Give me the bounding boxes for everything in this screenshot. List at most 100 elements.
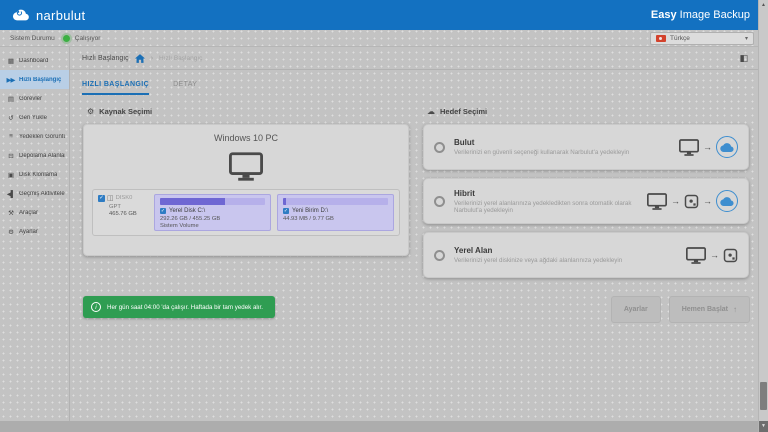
- app-window: ↻ narbulut Easy Image Backup Sistem Duru…: [0, 0, 768, 432]
- sidebar-item-label: Geri Yükle: [19, 115, 47, 121]
- bottom-row: i Her gün saat 04:00 'da çalışır. Haftad…: [70, 286, 758, 323]
- disk-partition-table: GPT: [109, 204, 148, 210]
- cloud-target-icon: [716, 190, 738, 212]
- status-bar: Sistem Durumu Çalışıyor Türkçe ▾: [0, 30, 768, 47]
- partition-usage: 292.26 GB / 455.25 GB: [160, 216, 265, 222]
- product-title-rest: Image Backup: [677, 9, 750, 21]
- partition-note: Sistem Volume: [160, 223, 265, 229]
- chevron-down-icon: ▾: [745, 35, 748, 42]
- sidebar-item-restore[interactable]: ↺ Geri Yükle: [0, 108, 69, 127]
- sidebar-item-label: Dashboard: [19, 58, 48, 64]
- radio-button[interactable]: [434, 142, 445, 153]
- target-selection-column: ☁ Hedef Seçimi Bulut Verilerinizi en güv…: [423, 105, 749, 286]
- source-selection-column: ⚙ Kaynak Seçimi Windows 10 PC ✓ ◫ DISK0: [83, 105, 409, 286]
- partition-usage-bar: [283, 198, 388, 205]
- settings-button-label: Ayarlar: [624, 306, 648, 313]
- partition-name: Yerel Disk C:\: [169, 208, 205, 214]
- target-section-header: ☁ Hedef Seçimi: [427, 107, 749, 116]
- language-selected-value: Türkçe: [670, 35, 690, 42]
- language-dropdown[interactable]: Türkçe ▾: [650, 32, 754, 45]
- page-title: Hızlı Başlangıç: [82, 55, 129, 62]
- schedule-toast: i Her gün saat 04:00 'da çalışır. Haftad…: [83, 296, 275, 318]
- monitor-icon: [84, 152, 408, 181]
- partition-checkbox[interactable]: ✓: [160, 208, 166, 214]
- partition-usage: 44.93 MB / 9.77 GB: [283, 216, 388, 222]
- disk-checkbox[interactable]: ✓: [98, 195, 105, 202]
- option-description: Verilerinizi yerel diskinize veya ağdaki…: [454, 257, 622, 264]
- option-description: Verilerinizi en güvenli seçeneği kullana…: [454, 149, 629, 156]
- disk-info: ✓ ◫ DISK0 GPT 465.76 GB: [98, 194, 148, 231]
- target-option-local[interactable]: Yerel Alan Verilerinizi yerel diskinize …: [423, 232, 749, 278]
- sidebar-item-label: Disk Klonlama: [19, 172, 57, 178]
- scrollbar-up-arrow[interactable]: ▲: [759, 0, 768, 10]
- partition-name: Yeni Birim D:\: [292, 208, 328, 214]
- scrollbar-down-arrow[interactable]: ▼: [759, 421, 768, 432]
- narbulut-logo: ↻ narbulut: [10, 7, 85, 23]
- start-now-button-label: Hemen Başlat: [682, 306, 728, 313]
- arrow-right-icon: →: [710, 250, 719, 260]
- radio-button[interactable]: [434, 250, 445, 261]
- disk-name: DISK0: [116, 195, 133, 201]
- fast-forward-icon: ▶▶: [6, 76, 15, 84]
- sidebar-item-storage-areas[interactable]: ⊟ Depolama Alanları: [0, 146, 69, 165]
- sidebar-item-tools[interactable]: ⚒ Araçlar: [0, 203, 69, 222]
- partition-c[interactable]: ✓ Yerel Disk C:\ 292.26 GB / 455.25 GB S…: [154, 194, 271, 231]
- sidebar-item-settings[interactable]: ⚙ Ayarlar: [0, 222, 69, 241]
- option-title: Hibrit: [454, 189, 638, 198]
- option-title: Yerel Alan: [454, 246, 622, 255]
- monitor-icon: [686, 247, 706, 264]
- cloud-target-icon: [716, 136, 738, 158]
- logo-text: narbulut: [36, 8, 85, 23]
- tab-detail[interactable]: DETAY: [173, 81, 197, 95]
- cloud-logo-icon: ↻: [10, 7, 32, 23]
- vertical-scrollbar[interactable]: ▲ ▼: [758, 0, 768, 432]
- top-header-bar: ↻ narbulut Easy Image Backup: [0, 0, 768, 30]
- storage-icon: ⊟: [6, 152, 15, 160]
- main-content: Hızlı Başlangıç › Hızlı Başlangıç ◧ HIZL…: [70, 47, 758, 420]
- panel-toggle-icon[interactable]: ◧: [739, 53, 748, 64]
- disk-clone-icon: ▣: [6, 171, 15, 179]
- target-section-title: Hedef Seçimi: [440, 107, 487, 116]
- backup-flow-icons: →: [679, 136, 738, 158]
- start-now-button[interactable]: Hemen Başlat↑: [669, 296, 750, 323]
- sidebar-item-label: Depolama Alanları: [19, 153, 65, 159]
- disk-size: 465.76 GB: [109, 211, 148, 217]
- sidebar-item-label: Geçmiş Aktiviteler: [19, 191, 65, 197]
- home-icon[interactable]: [135, 54, 145, 63]
- activities-icon: ◀▌: [6, 190, 15, 198]
- breadcrumb: Hızlı Başlangıç › Hızlı Başlangıç ◧: [70, 47, 758, 70]
- target-option-hybrid[interactable]: Hibrit Verilerinizi yerel alanlarınıza y…: [423, 178, 749, 224]
- monitor-icon: [679, 139, 699, 156]
- tab-quickstart[interactable]: HIZLI BAŞLANGIÇ: [82, 81, 149, 95]
- tab-bar: HIZLI BAŞLANGIÇ DETAY: [82, 81, 758, 95]
- radio-button[interactable]: [434, 196, 445, 207]
- option-text: Bulut Verilerinizi en güvenli seçeneği k…: [454, 138, 629, 156]
- content-columns: ⚙ Kaynak Seçimi Windows 10 PC ✓ ◫ DISK0: [70, 95, 758, 286]
- sidebar-item-disk-cloning[interactable]: ▣ Disk Klonlama: [0, 165, 69, 184]
- partition-checkbox[interactable]: ✓: [283, 208, 289, 214]
- partition-d[interactable]: ✓ Yeni Birim D:\ 44.93 MB / 9.77 GB: [277, 194, 394, 231]
- partition-usage-bar-fill: [283, 198, 286, 205]
- system-status-value: Çalışıyor: [75, 35, 101, 42]
- breadcrumb-current: Hızlı Başlangıç: [159, 55, 202, 62]
- target-option-cloud[interactable]: Bulut Verilerinizi en güvenli seçeneği k…: [423, 124, 749, 170]
- arrow-right-icon: →: [671, 196, 680, 206]
- product-title: Easy Image Backup: [651, 9, 750, 21]
- partition-usage-bar-fill: [160, 198, 225, 205]
- hard-drive-icon: ◫: [107, 194, 114, 202]
- sidebar-item-past-activities[interactable]: ◀▌ Geçmiş Aktiviteler: [0, 184, 69, 203]
- sidebar-item-tasks[interactable]: ▤ Görevler: [0, 89, 69, 108]
- sidebar-item-label: Araçlar: [19, 210, 38, 216]
- arrow-right-icon: →: [703, 142, 712, 152]
- settings-button[interactable]: Ayarlar: [611, 296, 661, 323]
- scrollbar-thumb[interactable]: [760, 382, 767, 410]
- breadcrumb-separator: ›: [151, 55, 153, 62]
- sidebar-item-view-backups[interactable]: ≡ Yedekleri Görüntüle: [0, 127, 69, 146]
- action-buttons: Ayarlar Hemen Başlat↑: [611, 296, 750, 323]
- option-text: Hibrit Verilerinizi yerel alanlarınıza y…: [454, 189, 638, 214]
- sidebar-item-quickstart[interactable]: ▶▶ Hızlı Başlangıç: [0, 70, 69, 89]
- sidebar-item-dashboard[interactable]: ▦ Dashboard: [0, 51, 69, 70]
- tasks-icon: ▤: [6, 95, 15, 103]
- option-text: Yerel Alan Verilerinizi yerel diskinize …: [454, 246, 622, 264]
- cloud-icon: ☁: [427, 107, 435, 116]
